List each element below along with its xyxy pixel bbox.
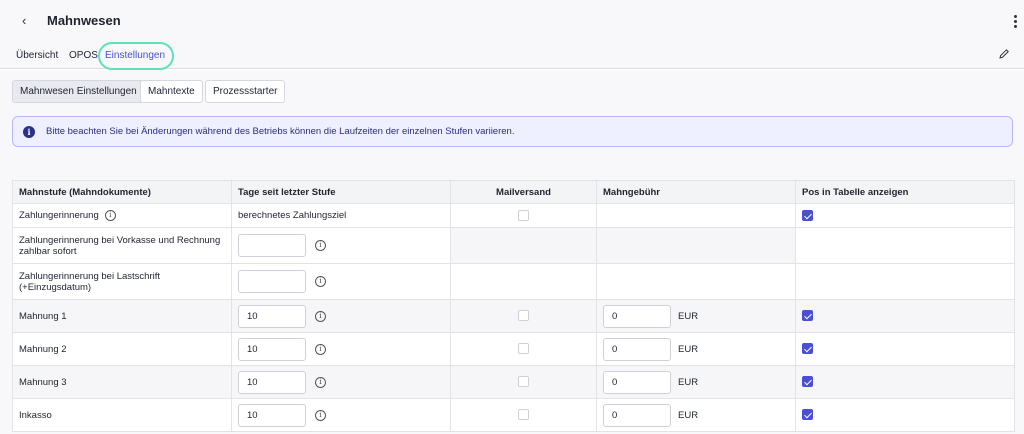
stage-label: Mahnung 1 [12,299,232,333]
subtab-prozessstarter[interactable]: Prozessstarter [205,80,286,103]
subtab-mahnwesen-einstellungen[interactable]: Mahnwesen Einstellungen [12,80,145,103]
stage-label: Zahlungerinnerung bei Vorkasse und Rechn… [12,227,232,264]
days-input[interactable]: 10 [238,337,306,361]
stage-label: Inkasso [12,398,232,432]
table-row: Inkasso 10 i 0 EUR [12,398,1015,432]
column-header-mahnstufe: Mahnstufe (Mahndokumente) [12,180,232,204]
fee-input[interactable]: 0 [603,370,671,394]
table-row: Zahlungerinnerung bei Vorkasse und Rechn… [12,227,1015,264]
days-input[interactable] [238,270,306,293]
table-row: Zahlungerinnerung i berechnetes Zahlungsz… [12,203,1015,228]
mail-checkbox[interactable] [518,310,529,322]
currency-label: EUR [678,409,699,421]
mail-checkbox[interactable] [518,343,529,355]
table-row: Mahnung 2 10 i 0 EUR [12,332,1015,366]
fee-input[interactable]: 0 [603,304,671,328]
currency-label: EUR [678,310,699,322]
currency-label: EUR [678,376,699,388]
tab-uebersicht[interactable]: Übersicht [16,50,58,61]
info-circle-icon[interactable]: i [315,310,326,322]
days-input[interactable] [238,234,306,257]
mail-checkbox[interactable] [518,409,529,421]
edit-pencil-icon[interactable] [998,48,1010,60]
info-circle-icon[interactable]: i [315,276,326,287]
stage-label: Mahnung 3 [12,365,232,399]
show-pos-checkbox[interactable] [802,310,813,322]
app-header [0,0,1024,44]
show-pos-checkbox[interactable] [802,343,813,355]
subtab-mahntexte[interactable]: Mahntexte [140,80,203,103]
info-circle-icon[interactable]: i [315,376,326,388]
info-circle-icon[interactable]: i [315,343,326,355]
days-input[interactable]: 10 [238,304,306,328]
stage-label: Zahlungerinnerung bei Lastschrift (+Einz… [12,263,232,300]
currency-label: EUR [678,343,699,355]
show-pos-checkbox[interactable] [802,209,813,221]
info-circle-icon[interactable]: i [104,209,116,221]
table-row: Mahnung 1 10 i 0 EUR [12,299,1015,333]
fee-input[interactable]: 0 [603,403,671,427]
tab-opos[interactable]: OPOS [69,50,98,61]
page-title: Mahnwesen [47,13,121,28]
info-icon: i [23,126,35,138]
mail-checkbox[interactable] [518,209,529,221]
column-header-mahngebuehr: Mahngebühr [596,180,796,204]
dunning-settings-table: Mahnstufe (Mahndokumente) Tage seit letz… [12,180,1015,432]
days-text: berechnetes Zahlungsziel [231,203,451,228]
fee-input[interactable]: 0 [603,337,671,361]
column-header-tage: Tage seit letzter Stufe [231,180,451,204]
show-pos-checkbox[interactable] [802,376,813,388]
show-pos-checkbox[interactable] [802,409,813,421]
column-header-pos: Pos in Tabelle anzeigen [795,180,1015,204]
days-input[interactable]: 10 [238,403,306,427]
tab-einstellungen[interactable]: Einstellungen [105,50,165,61]
info-notice: i Bitte beachten Sie bei Änderungen währ… [12,116,1013,147]
mail-checkbox[interactable] [518,376,529,388]
stage-label: Mahnung 2 [12,332,232,366]
table-row: Mahnung 3 10 i 0 EUR [12,365,1015,399]
stage-label: Zahlungerinnerung [19,210,99,221]
table-row: Zahlungerinnerung bei Lastschrift (+Einz… [12,263,1015,300]
fee-cell-empty [596,203,796,228]
days-input[interactable]: 10 [238,370,306,394]
info-circle-icon[interactable]: i [315,409,326,421]
column-header-mailversand: Mailversand [450,180,597,204]
notice-text: Bitte beachten Sie bei Änderungen währen… [46,126,515,137]
back-chevron-icon[interactable]: ‹ [22,14,34,28]
more-menu-icon[interactable] [1014,15,1018,29]
info-circle-icon[interactable]: i [315,240,326,251]
